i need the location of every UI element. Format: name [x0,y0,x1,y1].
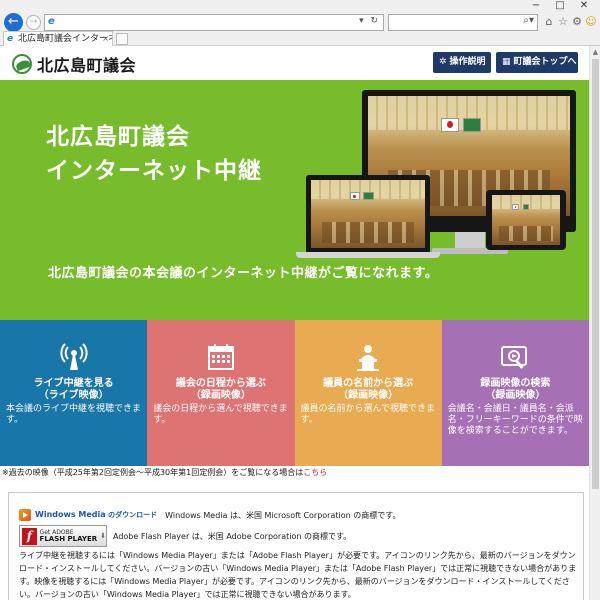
ie-page-icon: e [48,16,55,27]
hero-title-line1: 北広島町議会 [46,124,190,150]
japan-flag-icon [512,204,519,210]
laptop-illustration [306,175,430,253]
tile-schedule-title-line2: （録画映像） [190,390,251,401]
town-flag-icon [522,204,529,210]
archive-notice-text: ※過去の映像（平成25年第2回定例会〜平成30年第1回定例会）をご覧になる場合は [2,468,304,477]
windows-media-link-suffix: のダウンロード [105,511,158,519]
home-icon[interactable]: ⌂ [543,15,555,29]
tile-live-desc: 本会議のライブ中継を視聴できます。 [6,404,142,425]
get-flash-player-badge[interactable]: f Get ADOBE FLASH PLAYER ⬇ [19,525,107,547]
assembly-top-button[interactable]: ▦ 町議会トップへ [496,52,578,73]
tab-title: 北広島町議会インターネット中継 [18,34,112,44]
gear-icon[interactable]: ⚙ [571,15,583,29]
site-logo-text: 北広島町議会 [37,56,137,75]
address-bar[interactable]: e ▾ ↻ [44,14,384,31]
back-button[interactable]: ← [4,13,23,32]
flash-badge-line2: FLASH PLAYER [39,535,98,543]
tile-schedule-desc: 議会の日程から選んで視聴できます。 [153,404,288,425]
browser-tab-active[interactable]: e 北広島町議会インターネット中継 × [3,31,113,46]
help-button-label: 操作説明 [449,57,486,67]
new-tab-button[interactable] [116,33,128,45]
close-window-icon[interactable]: ✕ [572,0,596,13]
hero-subtitle: 北広島町議会の本会議のインターネット中継がご覧になれます。 [48,266,439,281]
search-box[interactable]: ⌕▾ [388,14,538,31]
assembly-top-button-label: 町議会トップへ [513,57,577,67]
scroll-up-arrow-icon[interactable]: ▲ [590,46,600,58]
windows-media-download-link[interactable]: Windows Media のダウンロード [35,510,157,520]
windows-media-row: Windows Media のダウンロード Windows Media は、米国… [19,509,400,521]
site-logo[interactable]: 北広島町議会 [12,52,136,76]
tile-live-title-line1: ライブ中継を見る [33,378,114,389]
flash-trademark: Adobe Flash Player は、米国 Adobe Corporatio… [113,531,352,541]
tile-schedule-title: 議会の日程から選ぶ （録画映像） [147,378,294,402]
archive-link[interactable]: こちら [303,468,327,477]
tile-live[interactable]: ライブ中継を見る （ライブ映像） 本会議のライブ中継を視聴できます。 [0,320,148,466]
gear-icon: ✲ [439,57,447,67]
minimize-icon[interactable]: − [524,0,548,13]
site-header: 北広島町議会 ✲ 操作説明 ▦ 町議会トップへ [0,46,589,80]
hero-title: 北広島町議会 インターネット中継 [46,120,262,188]
assembly-hall-image [492,195,560,245]
tile-member-title-line2: （録画映像） [338,390,399,401]
favorites-star-icon[interactable]: ☆ [557,15,569,29]
plugin-info-box: Windows Media のダウンロード Windows Media は、米国… [8,492,584,600]
feedback-smiley-icon[interactable]: ☺ [585,15,597,29]
tile-search-title: 録画映像の検索 （録画映像） [442,378,589,402]
tile-member-title: 議員の名前から選ぶ （録画映像） [295,378,442,402]
japan-flag-icon [440,117,459,132]
flash-badge-text: Get ADOBE FLASH PLAYER [40,529,98,543]
tile-search-desc: 会議名・会議日・議員名・会派名・フリーキーワードの条件で映像を検索することができ… [447,404,583,436]
download-arrow-icon: ⬇ [100,532,106,540]
tab-close-icon[interactable]: × [102,32,109,46]
scrollbar-thumb[interactable] [592,59,599,489]
tile-schedule-title-line1: 議会の日程から選ぶ [175,378,266,389]
broadcast-icon [60,343,88,370]
assembly-hall-image [311,180,425,248]
laptop-base [296,252,440,258]
vertical-scrollbar[interactable]: ▲ [589,46,600,600]
hero-banner: 北広島町議会 インターネット中継 北広島町議会の本会議のインターネット中継がご覧… [0,80,589,320]
help-button[interactable]: ✲ 操作説明 [433,52,491,73]
tile-search[interactable]: 録画映像の検索 （録画映像） 会議名・会議日・議員名・会派名・フリーキーワードの… [441,320,589,466]
calendar-icon [207,344,234,370]
tile-member[interactable]: 議員の名前から選ぶ （録画映像） 議員の名前から選んで視聴できます。 [294,320,442,466]
tile-member-title-line1: 議員の名前から選ぶ [323,378,414,389]
plugin-requirements-text: ライブ中継を視聴するには「Windows Media Player」または「Ad… [19,551,577,599]
windows-media-icon[interactable] [19,509,31,521]
video-search-icon [501,346,528,369]
forward-button[interactable]: → [26,15,41,30]
toolbar-icons: ⌂ ☆ ⚙ ☺ [543,15,597,29]
flash-logo-icon: f [22,527,37,545]
tile-search-title-line2: （録画映像） [485,390,546,401]
search-icon[interactable]: ⌕▾ [523,15,534,26]
window-controls: − □ ✕ [524,0,596,13]
flash-player-row: f Get ADOBE FLASH PLAYER ⬇ Adobe Flash P… [19,525,351,547]
tile-member-desc: 議員の名前から選んで視聴できます。 [300,404,436,425]
town-emblem-icon [12,54,32,74]
town-flag-icon [363,192,374,201]
tile-schedule[interactable]: 議会の日程から選ぶ （録画映像） 議会の日程から選んで視聴できます。 [147,320,295,466]
town-flag-icon [462,117,482,132]
windows-media-link-main: Windows Media [35,510,106,519]
tablet-illustration [486,190,566,250]
refresh-icon[interactable]: ▾ ↻ [359,16,380,26]
browser-chrome: − □ ✕ ← → e ▾ ↻ ⌕▾ ⌂ ☆ ⚙ ☺ e 北広島町議会インターネ… [0,0,600,46]
category-tiles: ライブ中継を見る （ライブ映像） 本会議のライブ中継を視聴できます。 議会の日程… [0,320,589,466]
tile-search-title-line1: 録画映像の検索 [480,378,551,389]
japan-flag-icon [349,192,360,201]
tile-live-title: ライブ中継を見る （ライブ映像） [0,378,147,402]
building-icon: ▦ [502,57,511,67]
tab-page-icon: e [7,34,14,44]
windows-media-trademark: Windows Media は、米国 Microsoft Corporation… [165,510,401,520]
speaker-podium-icon [357,345,380,371]
archive-notice: ※過去の映像（平成25年第2回定例会〜平成30年第1回定例会）をご覧になる場合は… [0,466,589,480]
maximize-icon[interactable]: □ [548,0,572,13]
tile-live-title-line2: （ライブ映像） [38,390,109,401]
hero-title-line2: インターネット中継 [46,158,262,184]
